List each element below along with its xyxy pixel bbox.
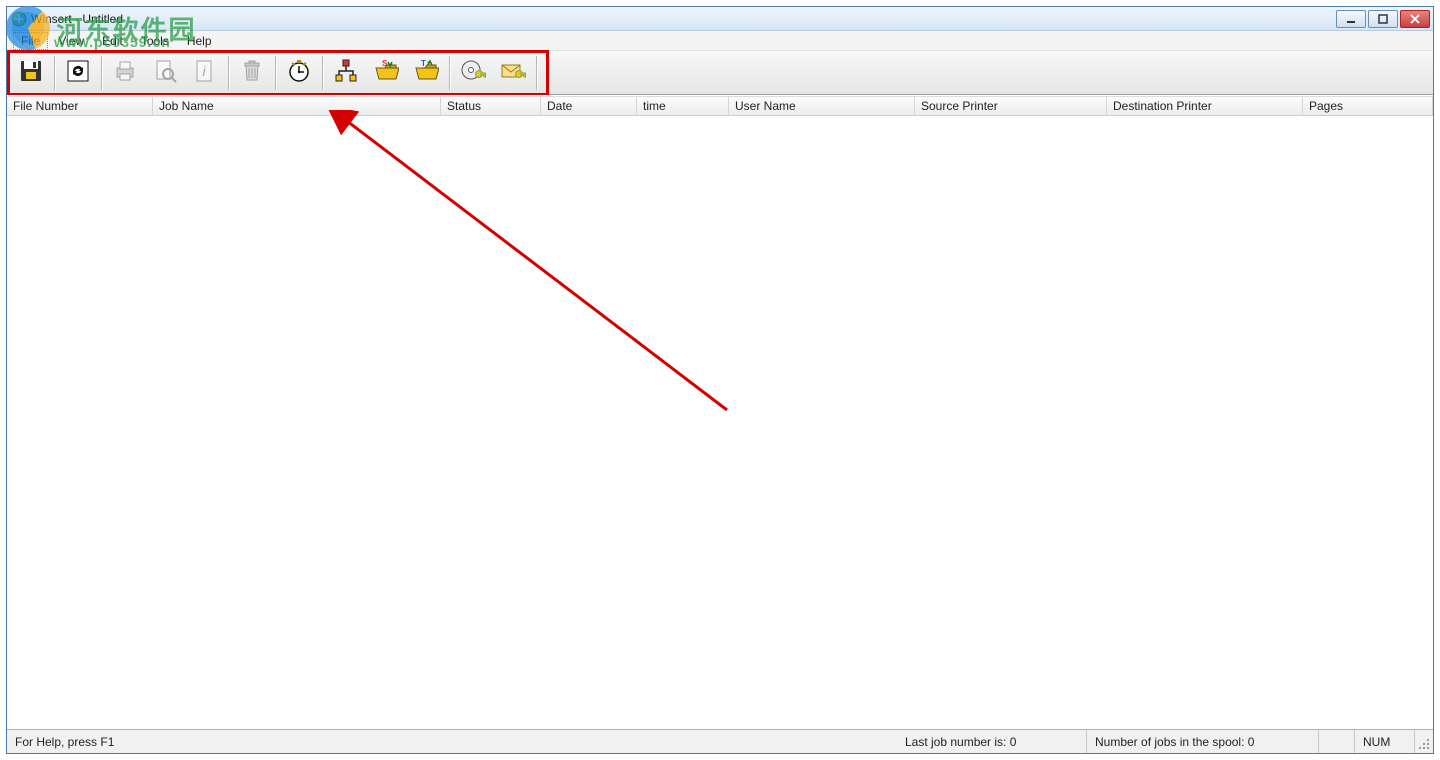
print-icon	[112, 58, 138, 89]
menu-file[interactable]: File	[13, 32, 48, 50]
menu-tools[interactable]: Tools	[133, 32, 177, 50]
window-title: Winsert - Untitled	[31, 12, 123, 26]
close-button[interactable]	[1400, 10, 1430, 28]
list-body[interactable]	[7, 116, 1433, 729]
column-source-printer[interactable]: Source Printer	[915, 97, 1107, 115]
delete-icon	[239, 58, 265, 89]
toolbar: i S T	[7, 51, 1433, 95]
toolbar-clock-button[interactable]	[280, 54, 318, 92]
list-header: File Number Job Name Status Date time Us…	[7, 96, 1433, 116]
svg-text:S: S	[382, 59, 388, 68]
titlebar[interactable]: Winsert - Untitled	[7, 7, 1433, 31]
toolbar-disc-key-button[interactable]	[454, 54, 492, 92]
toolbar-save-button[interactable]	[12, 54, 50, 92]
app-icon	[11, 11, 27, 27]
disc-key-icon	[460, 58, 486, 89]
toolbar-refresh-button[interactable]	[59, 54, 97, 92]
toolbar-open-sc-button[interactable]: S	[367, 54, 405, 92]
maximize-button[interactable]	[1368, 10, 1398, 28]
menu-view[interactable]: View	[50, 32, 92, 50]
clock-icon	[286, 58, 312, 89]
column-date[interactable]: Date	[541, 97, 637, 115]
svg-text:T: T	[421, 59, 426, 68]
status-spool-jobs: Number of jobs in the spool: 0	[1087, 730, 1319, 753]
toolbar-envelope-key-button[interactable]	[494, 54, 532, 92]
column-job-name[interactable]: Job Name	[153, 97, 441, 115]
status-last-job: Last job number is: 0	[897, 730, 1087, 753]
column-user-name[interactable]: User Name	[729, 97, 915, 115]
tree-icon	[333, 58, 359, 89]
toolbar-delete-button[interactable]	[233, 54, 271, 92]
menu-edit[interactable]: Edit	[94, 32, 131, 50]
column-dest-printer[interactable]: Destination Printer	[1107, 97, 1303, 115]
envelope-key-icon	[500, 58, 526, 89]
open-folder-tx-icon: T	[413, 58, 439, 89]
toolbar-print-button[interactable]	[106, 54, 144, 92]
job-list-area: File Number Job Name Status Date time Us…	[7, 95, 1433, 729]
toolbar-tree-button[interactable]	[327, 54, 365, 92]
statusbar: For Help, press F1 Last job number is: 0…	[7, 729, 1433, 753]
resize-grip[interactable]	[1415, 730, 1433, 753]
window-controls	[1336, 10, 1431, 28]
menu-help[interactable]: Help	[179, 32, 220, 50]
minimize-button[interactable]	[1336, 10, 1366, 28]
toolbar-open-tx-button[interactable]: T	[407, 54, 445, 92]
column-pages[interactable]: Pages	[1303, 97, 1433, 115]
preview-icon	[152, 58, 178, 89]
column-file-number[interactable]: File Number	[7, 97, 153, 115]
toolbar-preview-button[interactable]	[146, 54, 184, 92]
column-time[interactable]: time	[637, 97, 729, 115]
status-help-text: For Help, press F1	[7, 730, 897, 753]
menubar: File View Edit Tools Help	[7, 31, 1433, 51]
status-num-lock: NUM	[1355, 730, 1415, 753]
open-folder-sc-icon: S	[373, 58, 399, 89]
refresh-icon	[65, 58, 91, 89]
column-status[interactable]: Status	[441, 97, 541, 115]
application-window: Winsert - Untitled File View Edit Tools …	[6, 6, 1434, 754]
toolbar-info-button[interactable]: i	[186, 54, 224, 92]
save-icon	[18, 58, 44, 89]
info-icon: i	[192, 58, 218, 89]
